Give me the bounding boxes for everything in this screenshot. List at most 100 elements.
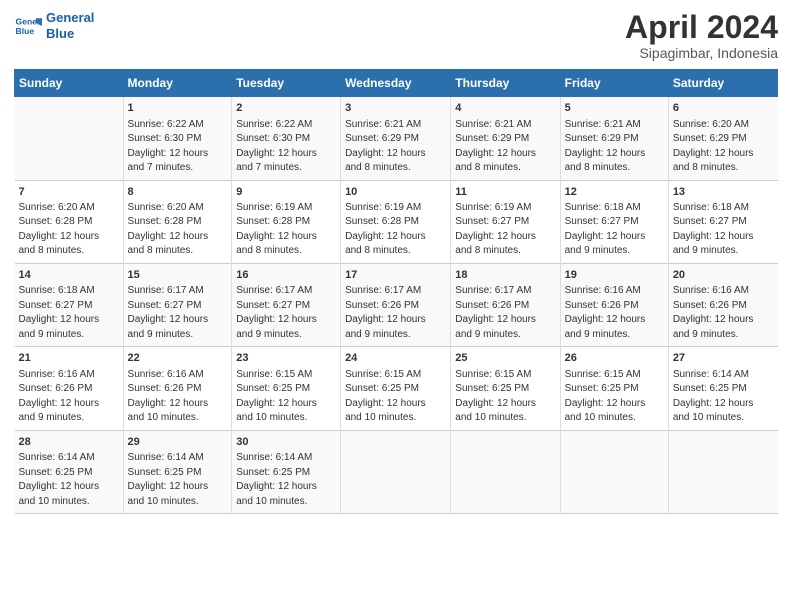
day-number: 13 (673, 185, 774, 200)
calendar-cell: 20Sunrise: 6:16 AMSunset: 6:26 PMDayligh… (668, 263, 777, 346)
cell-info: Sunrise: 6:21 AMSunset: 6:29 PMDaylight:… (345, 118, 446, 176)
cell-info: Sunrise: 6:14 AMSunset: 6:25 PMDaylight:… (673, 368, 774, 426)
day-number: 29 (128, 435, 228, 450)
day-header-friday: Friday (560, 70, 668, 97)
calendar-cell: 10Sunrise: 6:19 AMSunset: 6:28 PMDayligh… (341, 180, 451, 263)
calendar-cell: 23 Sunrise: 6:15 AMSunset: 6:25 PMDayligh… (232, 347, 341, 430)
calendar-cell: 29Sunrise: 6:14 AMSunset: 6:25 PMDayligh… (123, 430, 232, 513)
cell-info: Sunrise: 6:17 AMSunset: 6:26 PMDaylight:… (455, 284, 555, 342)
cell-info: Sunrise: 6:15 AMSunset: 6:25 PMDaylight:… (565, 368, 664, 426)
day-header-saturday: Saturday (668, 70, 777, 97)
calendar-cell: 26 Sunrise: 6:15 AMSunset: 6:25 PMDayligh… (560, 347, 668, 430)
calendar-table: SundayMondayTuesdayWednesdayThursdayFrid… (14, 69, 778, 514)
day-number: 4 (455, 101, 555, 116)
cell-info: Sunrise: 6:17 AMSunset: 6:26 PMDaylight:… (345, 284, 446, 342)
day-number: 20 (673, 268, 774, 283)
calendar-cell (15, 97, 124, 180)
calendar-cell (560, 430, 668, 513)
day-number: 26 (565, 351, 664, 366)
cell-info: Sunrise: 6:16 AMSunset: 6:26 PMDaylight:… (673, 284, 774, 342)
cell-info: Sunrise: 6:16 AMSunset: 6:26 PMDaylight:… (565, 284, 664, 342)
day-number: 6 (673, 101, 774, 116)
calendar-cell: 7Sunrise: 6:20 AMSunset: 6:28 PMDaylight… (15, 180, 124, 263)
cell-info: Sunrise: 6:20 AMSunset: 6:28 PMDaylight:… (19, 201, 119, 259)
day-number: 16 (236, 268, 336, 283)
cell-info: Sunrise: 6:17 AMSunset: 6:27 PMDaylight:… (128, 284, 228, 342)
day-header-wednesday: Wednesday (341, 70, 451, 97)
calendar-cell: 2 Sunrise: 6:22 AMSunset: 6:30 PMDaylight… (232, 97, 341, 180)
cell-info: Sunrise: 6:15 AMSunset: 6:25 PMDaylight:… (345, 368, 446, 426)
day-number: 30 (236, 435, 336, 450)
calendar-cell: 9Sunrise: 6:19 AMSunset: 6:28 PMDaylight… (232, 180, 341, 263)
calendar-cell: 1Sunrise: 6:22 AMSunset: 6:30 PMDaylight… (123, 97, 232, 180)
day-number: 23 (236, 351, 336, 366)
day-number: 11 (455, 185, 555, 200)
header-row: SundayMondayTuesdayWednesdayThursdayFrid… (15, 70, 778, 97)
cell-info: Sunrise: 6:16 AMSunset: 6:26 PMDaylight:… (19, 368, 119, 426)
logo: General Blue General Blue (14, 10, 94, 41)
cell-info: Sunrise: 6:19 AMSunset: 6:28 PMDaylight:… (345, 201, 446, 259)
title-block: April 2024 Sipagimbar, Indonesia (625, 10, 778, 61)
calendar-cell (341, 430, 451, 513)
week-row-5: 28Sunrise: 6:14 AMSunset: 6:25 PMDayligh… (15, 430, 778, 513)
week-row-4: 21 Sunrise: 6:16 AMSunset: 6:26 PMDayligh… (15, 347, 778, 430)
cell-info: Sunrise: 6:21 AMSunset: 6:29 PMDaylight:… (565, 118, 664, 176)
subtitle: Sipagimbar, Indonesia (625, 45, 778, 61)
logo-icon: General Blue (14, 12, 42, 40)
calendar-cell: 15Sunrise: 6:17 AMSunset: 6:27 PMDayligh… (123, 263, 232, 346)
day-number: 17 (345, 268, 446, 283)
header: General Blue General Blue April 2024 Sip… (14, 10, 778, 61)
svg-text:Blue: Blue (16, 25, 35, 35)
calendar-cell: 4Sunrise: 6:21 AMSunset: 6:29 PMDaylight… (451, 97, 560, 180)
day-number: 2 (236, 101, 336, 116)
calendar-cell: 30Sunrise: 6:14 AMSunset: 6:25 PMDayligh… (232, 430, 341, 513)
week-row-3: 14Sunrise: 6:18 AMSunset: 6:27 PMDayligh… (15, 263, 778, 346)
day-number: 14 (19, 268, 119, 283)
day-number: 19 (565, 268, 664, 283)
calendar-cell: 3Sunrise: 6:21 AMSunset: 6:29 PMDaylight… (341, 97, 451, 180)
day-header-tuesday: Tuesday (232, 70, 341, 97)
day-header-monday: Monday (123, 70, 232, 97)
week-row-1: 1Sunrise: 6:22 AMSunset: 6:30 PMDaylight… (15, 97, 778, 180)
day-number: 12 (565, 185, 664, 200)
cell-info: Sunrise: 6:16 AMSunset: 6:26 PMDaylight:… (128, 368, 228, 426)
day-number: 15 (128, 268, 228, 283)
calendar-cell: 13Sunrise: 6:18 AMSunset: 6:27 PMDayligh… (668, 180, 777, 263)
week-row-2: 7Sunrise: 6:20 AMSunset: 6:28 PMDaylight… (15, 180, 778, 263)
cell-info: Sunrise: 6:17 AMSunset: 6:27 PMDaylight:… (236, 284, 336, 342)
main-title: April 2024 (625, 10, 778, 45)
day-number: 18 (455, 268, 555, 283)
day-number: 5 (565, 101, 664, 116)
logo-general: General (46, 10, 94, 26)
cell-info: Sunrise: 6:19 AMSunset: 6:28 PMDaylight:… (236, 201, 336, 259)
calendar-cell: 24Sunrise: 6:15 AMSunset: 6:25 PMDayligh… (341, 347, 451, 430)
day-number: 22 (128, 351, 228, 366)
calendar-cell: 28Sunrise: 6:14 AMSunset: 6:25 PMDayligh… (15, 430, 124, 513)
calendar-cell: 19Sunrise: 6:16 AMSunset: 6:26 PMDayligh… (560, 263, 668, 346)
calendar-cell: 11Sunrise: 6:19 AMSunset: 6:27 PMDayligh… (451, 180, 560, 263)
cell-info: Sunrise: 6:22 AMSunset: 6:30 PMDaylight:… (128, 118, 228, 176)
cell-info: Sunrise: 6:15 AMSunset: 6:25 PMDaylight:… (236, 368, 336, 426)
cell-info: Sunrise: 6:22 AMSunset: 6:30 PMDaylight:… (236, 118, 336, 176)
cell-info: Sunrise: 6:19 AMSunset: 6:27 PMDaylight:… (455, 201, 555, 259)
day-number: 8 (128, 185, 228, 200)
cell-info: Sunrise: 6:14 AMSunset: 6:25 PMDaylight:… (19, 451, 119, 509)
day-number: 28 (19, 435, 119, 450)
logo-blue: Blue (46, 26, 94, 42)
calendar-cell: 22 Sunrise: 6:16 AMSunset: 6:26 PMDayligh… (123, 347, 232, 430)
calendar-cell (668, 430, 777, 513)
calendar-cell: 18Sunrise: 6:17 AMSunset: 6:26 PMDayligh… (451, 263, 560, 346)
day-number: 21 (19, 351, 119, 366)
cell-info: Sunrise: 6:14 AMSunset: 6:25 PMDaylight:… (128, 451, 228, 509)
calendar-cell: 17Sunrise: 6:17 AMSunset: 6:26 PMDayligh… (341, 263, 451, 346)
day-header-sunday: Sunday (15, 70, 124, 97)
day-header-thursday: Thursday (451, 70, 560, 97)
calendar-cell: 5 Sunrise: 6:21 AMSunset: 6:29 PMDaylight… (560, 97, 668, 180)
calendar-cell: 14Sunrise: 6:18 AMSunset: 6:27 PMDayligh… (15, 263, 124, 346)
calendar-cell: 21 Sunrise: 6:16 AMSunset: 6:26 PMDayligh… (15, 347, 124, 430)
calendar-cell (451, 430, 560, 513)
cell-info: Sunrise: 6:15 AMSunset: 6:25 PMDaylight:… (455, 368, 555, 426)
cell-info: Sunrise: 6:18 AMSunset: 6:27 PMDaylight:… (19, 284, 119, 342)
calendar-cell: 12Sunrise: 6:18 AMSunset: 6:27 PMDayligh… (560, 180, 668, 263)
calendar-cell: 25Sunrise: 6:15 AMSunset: 6:25 PMDayligh… (451, 347, 560, 430)
